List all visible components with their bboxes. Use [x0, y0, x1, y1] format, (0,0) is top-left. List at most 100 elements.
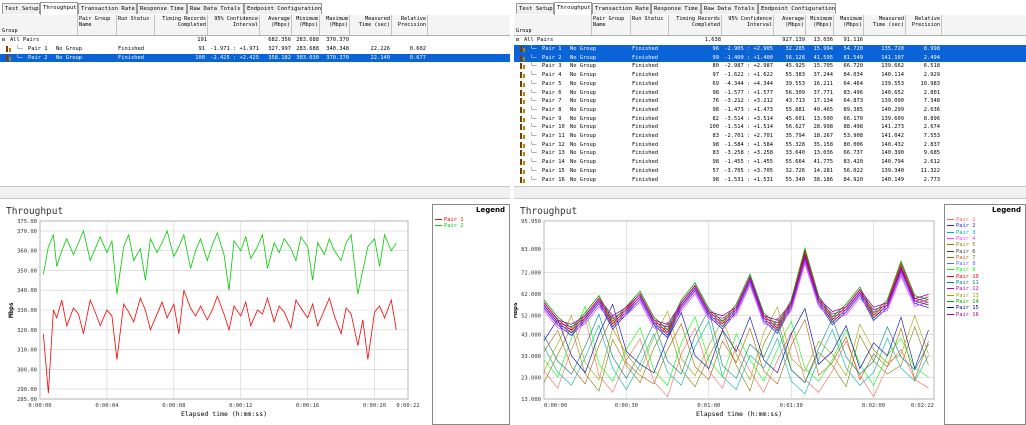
measured-time: 140.390	[881, 150, 904, 157]
tree-line: └─	[530, 159, 537, 166]
col-measured-time[interactable]: Measured Time (sec)	[864, 15, 906, 35]
records-completed: 98	[712, 176, 720, 183]
legend-item[interactable]: Pair 10	[947, 274, 979, 280]
all-pairs-row[interactable]: ⊟ All Pairs 1,638 927.139 13.036 91.116	[514, 36, 1026, 45]
minimum-mbps: 41.775	[813, 159, 833, 166]
legend-item[interactable]: Pair 16	[947, 312, 979, 318]
pair-row[interactable]: └─ Pair 10 No Group Finished 100 -1.514 : +1.…	[514, 123, 1026, 132]
col-run-status[interactable]: Run Status	[117, 15, 155, 35]
col-timing-records[interactable]: Timing Records Completed	[155, 15, 208, 35]
pair-row[interactable]: └─ Pair 12 No Group Finished 98 -1.584 : +1.5…	[514, 141, 1026, 150]
col-run-status[interactable]: Run Status	[631, 15, 669, 35]
legend-swatch	[947, 288, 954, 290]
legend-item[interactable]: Pair 8	[947, 261, 975, 267]
col-confidence-interval[interactable]: 95% Confidence Interval	[722, 15, 774, 35]
pair-row[interactable]: └─ Pair 16 No Group Finished 98 -1.531 : +1.5…	[514, 176, 1026, 185]
legend-item[interactable]: Pair 4	[947, 236, 975, 242]
collapse-icon[interactable]: ⊟	[2, 36, 5, 45]
grid-header: Group Pair Group Name Run Status Timing …	[514, 15, 1026, 36]
collapse-icon[interactable]: ⊟	[516, 36, 519, 45]
horizontal-scrollbar[interactable]	[0, 186, 510, 199]
pair-row[interactable]: └─ Pair 9 No Group Finished 82 -3.514 : +3.51…	[514, 115, 1026, 124]
legend-swatch	[947, 231, 954, 233]
average-mbps: 55.328	[785, 141, 805, 148]
col-minimum[interactable]: Minimum (Mbps)	[806, 15, 834, 35]
tab-throughput[interactable]: Throughput	[40, 2, 78, 15]
col-pair-group-name[interactable]: Pair Group Name	[78, 15, 117, 35]
measured-time: 141.273	[881, 124, 904, 131]
legend-item[interactable]: Pair 6	[947, 249, 975, 255]
col-average[interactable]: Average (Mbps)	[260, 15, 292, 35]
pair-row[interactable]: └─ Pair 3 No Group Finished 80 -2.987 : +2.98…	[514, 62, 1026, 71]
col-pair-group-name[interactable]: Pair Group Name	[592, 15, 631, 35]
horizontal-scrollbar[interactable]	[514, 186, 1026, 199]
tab-endpoint-configuration[interactable]: Endpoint Configuration	[244, 3, 322, 14]
col-relative-precision[interactable]: Relative Precision	[392, 15, 428, 35]
tab-test-setup[interactable]: Test Setup	[2, 3, 40, 14]
tab-transaction-rate[interactable]: Transaction Rate	[592, 3, 651, 14]
all-pairs-row[interactable]: ⊟ All Pairs 191 682.356 283.688 370.370	[0, 36, 510, 45]
pair-icon	[520, 115, 527, 122]
pair-row[interactable]: └─ Pair 5 No Group Finished 69 -4.344 : +4.34…	[514, 80, 1026, 89]
tab-raw-data-totals[interactable]: Raw Data Totals	[701, 3, 758, 14]
pair-row[interactable]: └─ Pair 15 No Group Finished 57 -3.705 : +3.7…	[514, 167, 1026, 176]
pair-name: Pair 7	[542, 98, 562, 105]
legend-item[interactable]: Pair 2	[435, 223, 463, 229]
legend-item[interactable]: Pair 11	[947, 280, 979, 286]
legend-item[interactable]: Pair 12	[947, 286, 979, 292]
legend-item[interactable]: Pair 1	[947, 217, 975, 223]
pair-row[interactable]: └─ Pair 2 No Group Finished 99 -1.400 : +1.40…	[514, 53, 1026, 63]
pair-row[interactable]: └─ Pair 13 No Group Finished 83 -3.258 : +3.2…	[514, 149, 1026, 158]
legend-item[interactable]: Pair 3	[947, 230, 975, 236]
chart-legend: Legend Pair 1 Pair 2 Pair 3 Pair 4 Pair 5 Pai…	[944, 204, 1026, 425]
minimum-mbps: 37.771	[813, 89, 833, 96]
relative-precision: 7.348	[923, 98, 940, 105]
pair-row[interactable]: └─ Pair 2 No Group Finished 100 -2.425 : +2.4…	[0, 53, 510, 63]
pair-row[interactable]: └─ Pair 14 No Group Finished 98 -1.455 : +1.4…	[514, 158, 1026, 167]
pair-row[interactable]: └─ Pair 11 No Group Finished 83 -2.701 : +2.7…	[514, 132, 1026, 141]
pair-name: Pair 3	[542, 63, 562, 70]
confidence-interval: -1.455 : +1.455	[724, 159, 773, 166]
tab-endpoint-configuration[interactable]: Endpoint Configuration	[758, 3, 836, 14]
col-group[interactable]: Group	[514, 15, 592, 35]
measured-time: 22.226	[370, 46, 390, 52]
col-relative-precision[interactable]: Relative Precision	[906, 15, 942, 35]
legend-item[interactable]: Pair 9	[947, 267, 975, 273]
confidence-interval: -2.987 : +2.987	[724, 63, 773, 70]
legend-item[interactable]: Pair 5	[947, 242, 975, 248]
legend-item[interactable]: Pair 14	[947, 299, 979, 305]
pair-row[interactable]: └─ Pair 8 No Group Finished 98 -1.473 : +1.47…	[514, 106, 1026, 115]
tab-response-time[interactable]: Response Time	[137, 3, 187, 14]
col-confidence-interval[interactable]: 95% Confidence Interval	[208, 15, 260, 35]
run-status: Finished	[632, 176, 658, 183]
tree-line: └─	[530, 89, 537, 96]
pair-row[interactable]: └─ Pair 1 No Group Finished 96 -2.905 : +2.90…	[514, 45, 1026, 54]
legend-item[interactable]: Pair 1	[435, 217, 463, 223]
col-timing-records[interactable]: Timing Records Completed	[669, 15, 722, 35]
pair-row[interactable]: └─ Pair 1 No Group Finished 91 -1.971 : +1.97…	[0, 45, 510, 54]
col-minimum[interactable]: Minimum (Mbps)	[292, 15, 320, 35]
tab-test-setup[interactable]: Test Setup	[516, 3, 554, 14]
results-grid[interactable]: Group Pair Group Name Run Status Timing …	[0, 15, 510, 185]
tab-transaction-rate[interactable]: Transaction Rate	[78, 3, 137, 14]
col-measured-time[interactable]: Measured Time (sec)	[350, 15, 392, 35]
col-average[interactable]: Average (Mbps)	[774, 15, 806, 35]
records-completed: 57	[712, 167, 720, 174]
legend-item[interactable]: Pair 13	[947, 293, 979, 299]
tree-line: └─	[530, 98, 537, 105]
measured-time: 140.114	[881, 72, 904, 79]
legend-item[interactable]: Pair 7	[947, 255, 975, 261]
pair-row[interactable]: └─ Pair 6 No Group Finished 98 -1.577 : +1.57…	[514, 89, 1026, 98]
legend-item[interactable]: Pair 15	[947, 305, 979, 311]
pair-row[interactable]: └─ Pair 7 No Group Finished 76 -3.212 : +3.21…	[514, 97, 1026, 106]
pair-row[interactable]: └─ Pair 4 No Group Finished 97 -1.622 : +1.62…	[514, 71, 1026, 80]
tab-response-time[interactable]: Response Time	[651, 3, 701, 14]
results-grid[interactable]: Group Pair Group Name Run Status Timing …	[514, 15, 1026, 185]
tab-throughput[interactable]: Throughput	[554, 2, 592, 15]
measured-time: 139.609	[881, 115, 904, 122]
tab-raw-data-totals[interactable]: Raw Data Totals	[187, 3, 244, 14]
col-group[interactable]: Group	[0, 15, 78, 35]
col-maximum[interactable]: Maximum (Mbps)	[320, 15, 350, 35]
legend-item[interactable]: Pair 2	[947, 223, 975, 229]
col-maximum[interactable]: Maximum (Mbps)	[834, 15, 864, 35]
